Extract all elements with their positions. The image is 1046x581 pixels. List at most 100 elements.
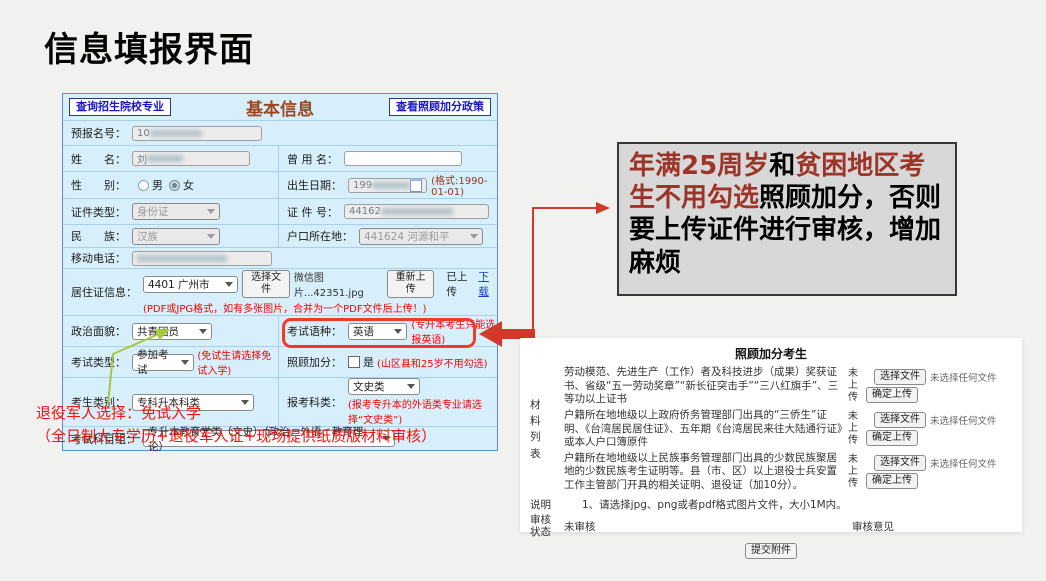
veteran-note-line1: 退役军人选择：免试入学	[36, 402, 436, 425]
birth-label: 出生日期：	[287, 177, 342, 193]
veteran-note: 退役军人选择：免试入学 （全日制大专学历+退役军人证+现场提供纸质版材料审核）	[36, 402, 436, 447]
chevron-down-icon	[394, 329, 402, 334]
apply-cat-value: 文史类	[353, 379, 385, 394]
page-title: 信息填报界面	[44, 22, 254, 71]
exam-type-label: 考试类型：	[71, 354, 126, 370]
view-policy-button[interactable]: 查看照顾加分政策	[389, 98, 491, 116]
birth-date-input[interactable]: 199	[348, 178, 427, 193]
residence-select[interactable]: 441624 河源和平	[359, 228, 483, 245]
reg-no-value: 10	[137, 128, 150, 139]
basic-info-form: 查询招生院校专业 基本信息 查看照顾加分政策 预报名号： 10 姓 名： 刘 曾…	[62, 93, 498, 451]
bonus-checkbox-label: 是	[363, 354, 374, 370]
permit-note: (PDF或JPG格式，如有多张图片，合并为一个PDF文件后上传！)	[143, 300, 497, 315]
bonus-note: (山区县和25岁不用勾选)	[377, 355, 488, 370]
chevron-down-icon	[199, 329, 207, 334]
choose-file-button[interactable]: 选择文件	[874, 455, 926, 471]
radio-female[interactable]	[169, 180, 180, 191]
reg-no-input[interactable]: 10	[132, 126, 262, 141]
residence-label: 户口所在地：	[287, 228, 353, 244]
redacted-value	[381, 208, 453, 215]
chevron-down-icon	[207, 209, 215, 214]
chevron-down-icon	[207, 234, 215, 239]
calendar-icon[interactable]	[410, 178, 422, 192]
confirm-upload-button[interactable]: 确定上传	[866, 387, 918, 403]
form-title: 基本信息	[246, 95, 314, 120]
no-file-text: 未选择任何文件	[930, 413, 997, 427]
note-label: 说明	[530, 497, 560, 512]
exam-lang-select[interactable]: 英语	[348, 323, 407, 340]
callout-text: 年满25周岁	[629, 151, 769, 181]
id-no-value: 44162	[349, 206, 381, 217]
name-label: 姓 名：	[71, 151, 126, 167]
review-opinion-label: 审核意见	[852, 519, 1012, 534]
upload-status: 未上传	[848, 411, 859, 447]
redacted-value	[150, 130, 202, 137]
confirm-upload-button[interactable]: 确定上传	[866, 430, 918, 446]
query-schools-button[interactable]: 查询招生院校专业	[69, 98, 171, 116]
permit-label: 居住证信息：	[71, 284, 137, 300]
birth-value: 199	[353, 180, 372, 191]
radio-female-label: 女	[183, 177, 194, 193]
id-no-label: 证 件 号：	[287, 204, 338, 220]
ethnic-value: 汉族	[137, 229, 158, 244]
material-item: 户籍所在地地级以上民族事务管理部门出具的少数民族聚居地的少数民族考生证明等。县（…	[564, 451, 844, 494]
exam-lang-note: (专升本考生只能选报英语)	[411, 316, 497, 346]
radio-male[interactable]	[138, 180, 149, 191]
exam-type-select[interactable]: 参加考试	[132, 354, 194, 371]
chevron-down-icon	[470, 234, 478, 239]
bonus-label: 照顾加分：	[287, 354, 342, 370]
permit-filename: 微信图片...42351.jpg	[294, 269, 383, 299]
radio-male-label: 男	[152, 177, 163, 193]
former-name-input[interactable]	[344, 151, 462, 166]
bonus-checkbox[interactable]	[348, 356, 360, 368]
ethnic-label: 民 族：	[71, 228, 126, 244]
permit-reupload-button[interactable]: 重新上传	[387, 270, 435, 298]
upload-group: 选择文件 未选择任何文件 确定上传	[866, 412, 1012, 446]
upload-group: 选择文件 未选择任何文件 确定上传	[866, 369, 1012, 403]
permit-download-link[interactable]: 下载	[478, 269, 497, 299]
material-item: 户籍所在地地级以上政府侨务管理部门出具的“三侨生”证明、《台湾居民居住证》、五年…	[564, 408, 844, 451]
apply-cat-select[interactable]: 文史类	[348, 378, 420, 395]
id-type-select[interactable]: 身份证	[132, 203, 220, 220]
permit-city-select[interactable]: 4401 广州市	[143, 276, 238, 293]
veteran-note-line2: （全日制大专学历+退役军人证+现场提供纸质版材料审核）	[36, 425, 436, 448]
materials-title: 照顾加分考生	[530, 345, 1012, 362]
exam-type-note: (免试生请选择免试入学)	[197, 347, 278, 377]
id-no-input[interactable]: 44162	[344, 204, 489, 219]
redacted-value	[147, 155, 183, 162]
materials-side-label: 材料列表	[530, 397, 542, 462]
ethnic-select[interactable]: 汉族	[132, 228, 220, 245]
id-type-label: 证件类型：	[71, 204, 126, 220]
material-item: 劳动模范、先进生产（工作）者及科技进步（成果）奖获证书、省级“五一劳动奖章”“新…	[564, 365, 844, 408]
bonus-materials-panel: 照顾加分考生 材料列表 劳动模范、先进生产（工作）者及科技进步（成果）奖获证书、…	[520, 338, 1022, 532]
callout-box: 年满25周岁和贫困地区考生不用勾选照顾加分，否则要上传证件进行审核，增加麻烦	[617, 142, 957, 296]
exam-type-value: 参加考试	[137, 347, 175, 377]
mobile-input[interactable]	[132, 251, 272, 266]
submit-attachments-button[interactable]: 提交附件	[745, 543, 797, 559]
chevron-down-icon	[225, 282, 233, 287]
permit-city-value: 4401 广州市	[148, 277, 210, 292]
name-value: 刘	[137, 151, 147, 166]
review-status-value: 未审核	[564, 519, 848, 534]
reg-no-label: 预报名号：	[71, 125, 126, 141]
residence-value: 441624 河源和平	[364, 229, 449, 244]
permit-uploaded-status: 已上传	[446, 269, 474, 299]
id-type-value: 身份证	[137, 204, 169, 219]
political-select[interactable]: 共青团员	[132, 323, 212, 340]
choose-file-button[interactable]: 选择文件	[874, 369, 926, 385]
upload-group: 选择文件 未选择任何文件 确定上传	[866, 455, 1012, 489]
chevron-down-icon	[181, 360, 189, 365]
permit-choose-file-button[interactable]: 选择文件	[242, 270, 290, 298]
name-input[interactable]: 刘	[132, 151, 250, 166]
birth-format-note: (格式:1990-01-01)	[431, 172, 497, 198]
exam-lang-label: 考试语种：	[287, 323, 342, 339]
chevron-down-icon	[407, 384, 415, 389]
gender-label: 性 别：	[71, 177, 126, 193]
no-file-text: 未选择任何文件	[930, 456, 997, 470]
no-file-text: 未选择任何文件	[930, 370, 997, 384]
redacted-value	[372, 182, 410, 189]
note-text: 1、请选择jpg、png或者pdf格式图片文件，大小1M内。	[564, 497, 1012, 512]
confirm-upload-button[interactable]: 确定上传	[866, 473, 918, 489]
mobile-label: 移动电话：	[71, 250, 126, 266]
choose-file-button[interactable]: 选择文件	[874, 412, 926, 428]
